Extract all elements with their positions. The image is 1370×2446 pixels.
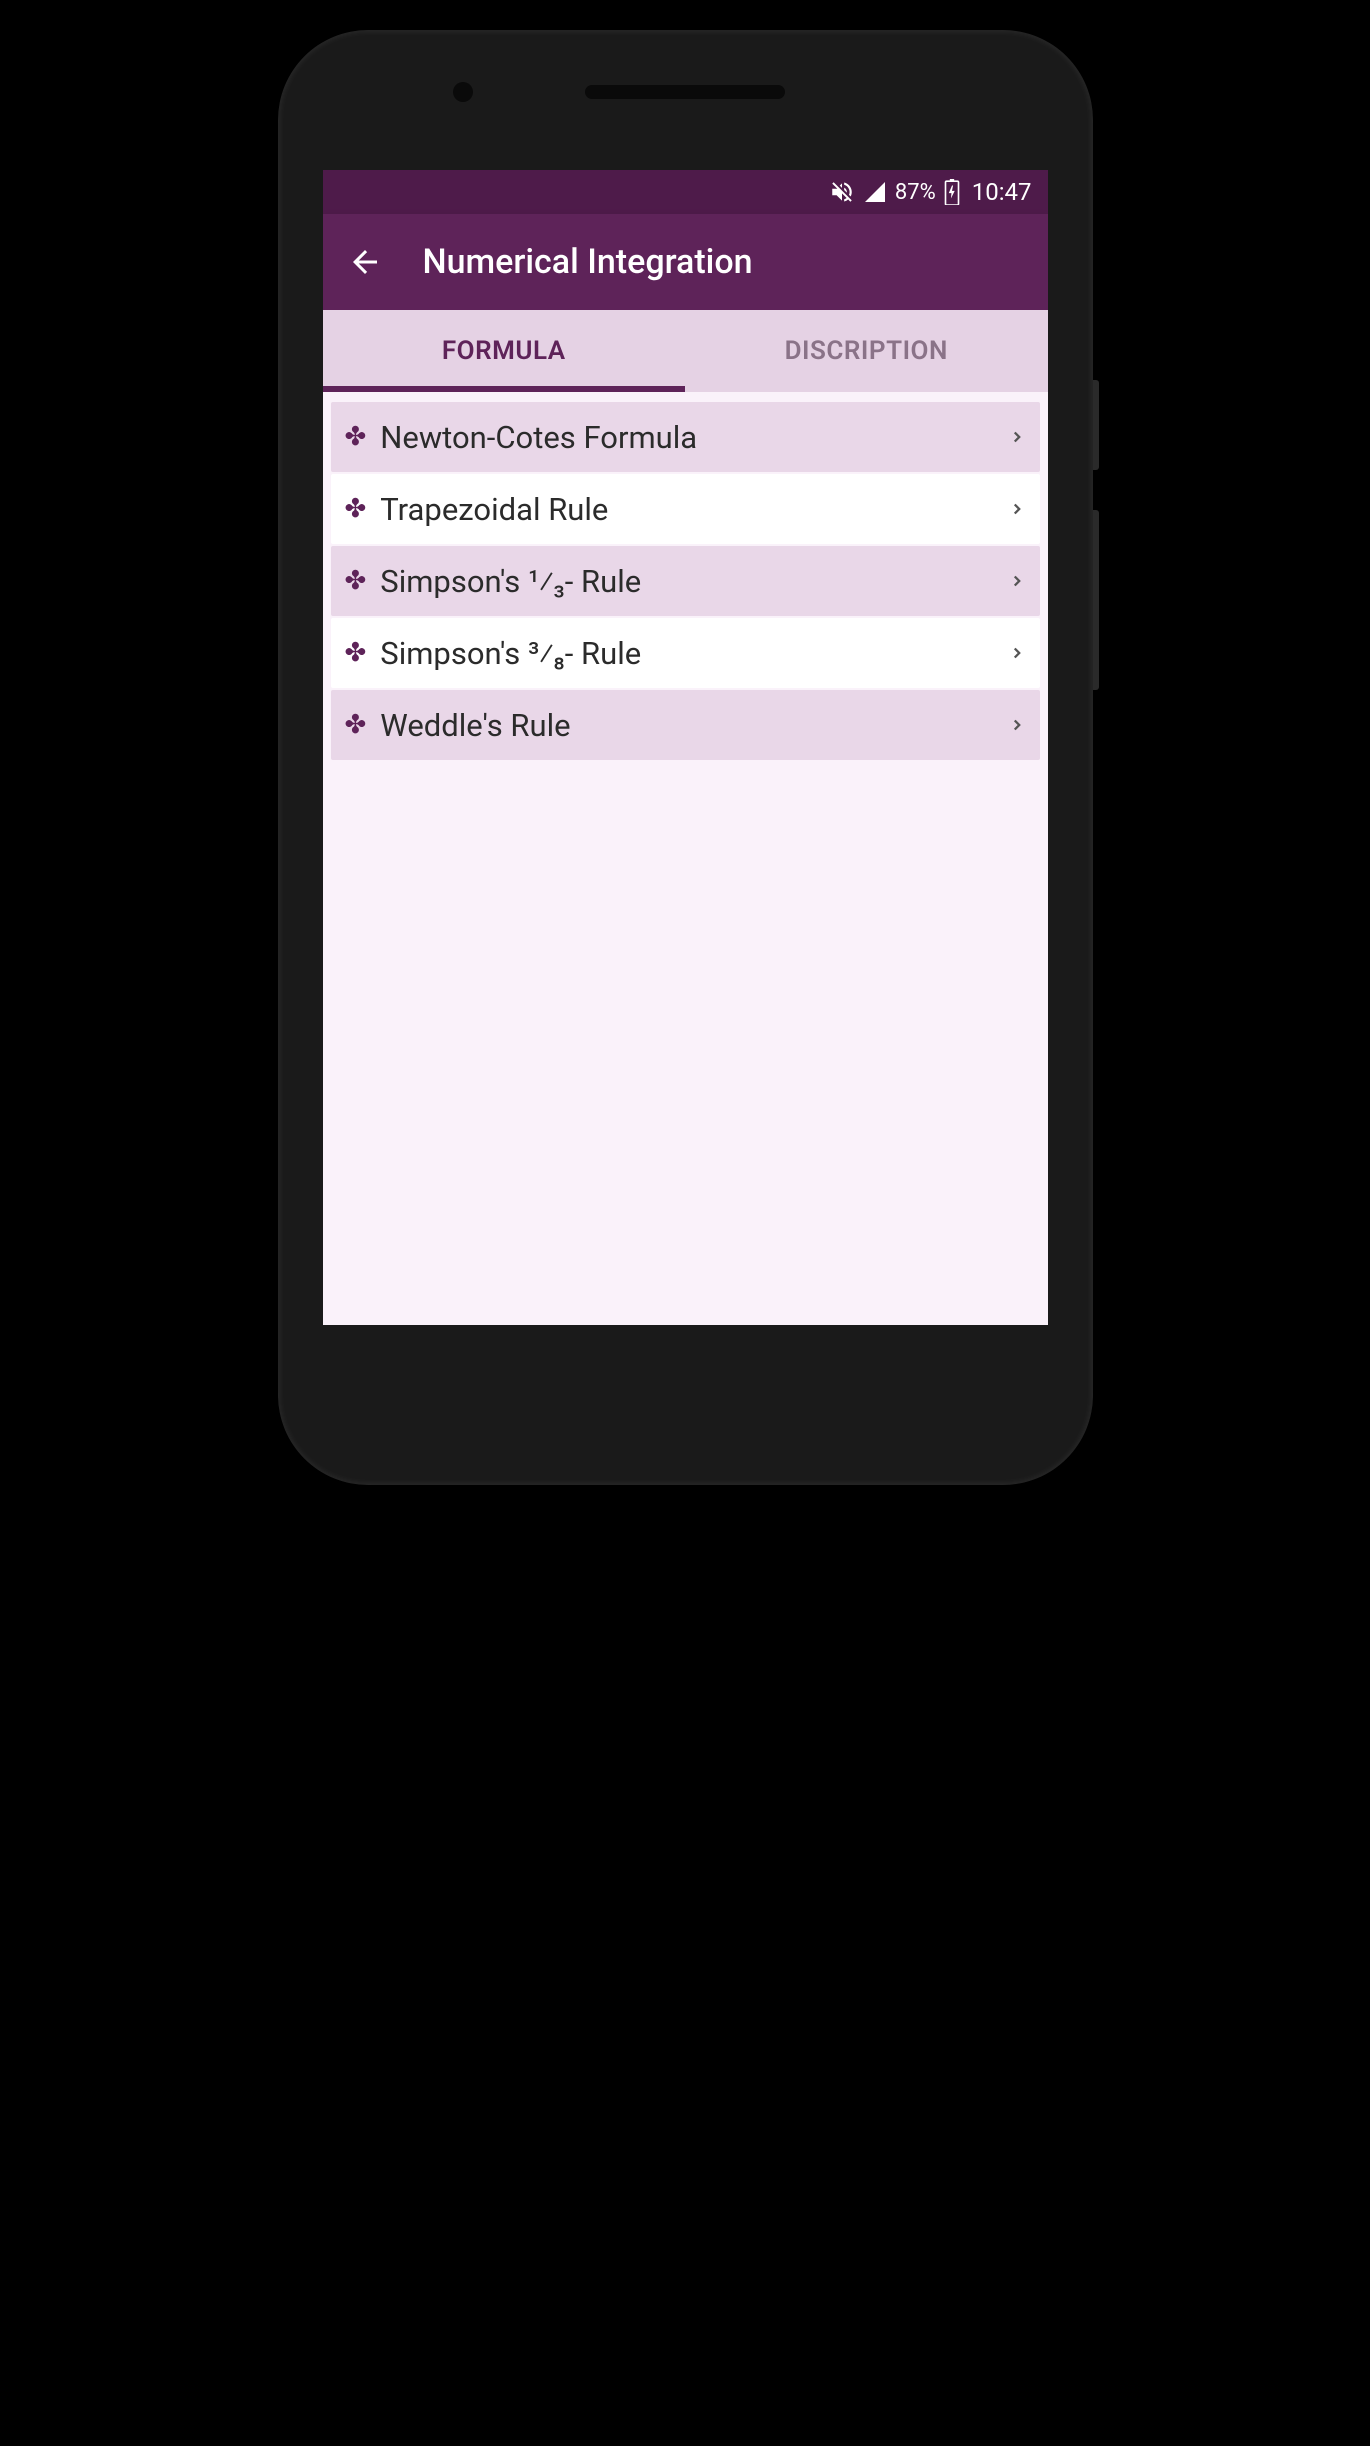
tab-bar: FORMULA DISCRIPTION <box>323 310 1048 392</box>
vibrate-icon <box>829 179 855 205</box>
chevron-right-icon <box>1008 644 1026 662</box>
bullet-icon: ✤ <box>345 710 367 740</box>
list-item[interactable]: ✤ Weddle's Rule <box>331 690 1040 760</box>
status-bar: 87% 10:47 <box>323 170 1048 214</box>
list-item-label: Simpson's ³⁄₈- Rule <box>380 635 1007 672</box>
list-item[interactable]: ✤ Newton-Cotes Formula <box>331 402 1040 472</box>
bullet-icon: ✤ <box>345 566 367 596</box>
phone-side-button <box>1093 510 1099 690</box>
chevron-right-icon <box>1008 428 1026 446</box>
app-bar: Numerical Integration <box>323 214 1048 310</box>
formula-list: ✤ Newton-Cotes Formula ✤ Trapezoidal Rul… <box>323 392 1048 760</box>
chevron-right-icon <box>1008 500 1026 518</box>
chevron-right-icon <box>1008 572 1026 590</box>
list-item-label: Newton-Cotes Formula <box>380 419 1007 456</box>
list-item-label: Simpson's ¹⁄₃- Rule <box>380 563 1007 600</box>
battery-percentage: 87% <box>895 180 936 205</box>
page-title: Numerical Integration <box>423 242 753 282</box>
phone-frame: 87% 10:47 Numerical Integration <box>278 30 1093 1485</box>
tab-indicator <box>323 386 686 392</box>
back-button[interactable] <box>347 244 383 280</box>
bullet-icon: ✤ <box>345 422 367 452</box>
tab-description[interactable]: DISCRIPTION <box>685 310 1048 392</box>
status-icons: 87% 10:47 <box>829 178 1032 206</box>
clock: 10:47 <box>972 178 1032 206</box>
list-item-label: Trapezoidal Rule <box>380 491 1007 528</box>
list-item[interactable]: ✤ Trapezoidal Rule <box>331 474 1040 544</box>
chevron-right-icon <box>1008 716 1026 734</box>
bullet-icon: ✤ <box>345 494 367 524</box>
list-item[interactable]: ✤ Simpson's ³⁄₈- Rule <box>331 618 1040 688</box>
screen: 87% 10:47 Numerical Integration <box>323 170 1048 1325</box>
battery-charging-icon <box>944 179 960 205</box>
tab-formula[interactable]: FORMULA <box>323 310 686 392</box>
list-item-label: Weddle's Rule <box>380 707 1007 744</box>
signal-icon <box>863 180 887 204</box>
bullet-icon: ✤ <box>345 638 367 668</box>
list-item[interactable]: ✤ Simpson's ¹⁄₃- Rule <box>331 546 1040 616</box>
phone-side-button <box>1093 380 1099 470</box>
